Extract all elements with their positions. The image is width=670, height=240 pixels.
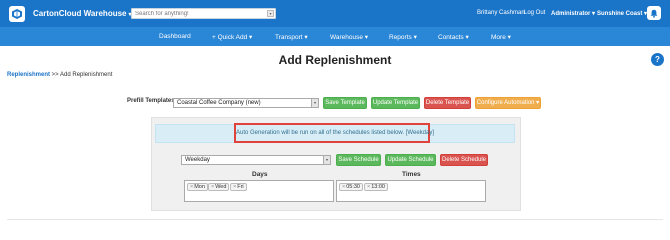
nav-dashboard[interactable]: Dashboard (159, 33, 191, 40)
nav-quick-add[interactable]: + Quick Add ▾ (212, 33, 252, 41)
prefill-template-value: Coastal Coffee Company (new) (177, 100, 261, 106)
logout-link[interactable]: Log Out (524, 10, 545, 16)
divider (7, 219, 663, 220)
breadcrumb-replenishment-link[interactable]: Replenishment (7, 72, 50, 78)
nav-warehouse[interactable]: Warehouse ▾ (330, 33, 368, 41)
user-name-link[interactable]: Brittany Cashman (477, 10, 525, 16)
nav-contacts[interactable]: Contacts ▾ (438, 33, 469, 41)
page-title: Add Replenishment (278, 53, 392, 67)
breadcrumb: Replenishment >> Add Replenishment (7, 72, 112, 78)
search-dropdown-icon[interactable]: ▾ (267, 10, 274, 17)
time-tag-label: 05:30 (346, 184, 360, 190)
main-nav: Dashboard + Quick Add ▾ Transport ▾ Ware… (0, 27, 670, 46)
day-tag[interactable]: ×Fri (230, 183, 247, 191)
schedule-select-value: Weekday (185, 157, 210, 163)
time-tag-label: 13:00 (371, 184, 385, 190)
role-menu[interactable]: Administrator ▾ (551, 10, 595, 17)
chevron-down-icon: ▾ (323, 156, 330, 164)
location-menu[interactable]: Sunshine Coast ▾ (597, 10, 647, 17)
schedule-select[interactable]: Weekday ▾ (181, 155, 331, 165)
save-template-button[interactable]: Save Template (323, 97, 367, 109)
save-schedule-button[interactable]: Save Schedule (336, 154, 381, 166)
time-tag[interactable]: ×13:00 (364, 183, 388, 191)
role-label: Administrator (551, 11, 591, 17)
remove-tag-icon[interactable]: × (190, 184, 193, 190)
prefill-templates-label: Prefill Templates (127, 98, 175, 104)
nav-more[interactable]: More ▾ (491, 33, 511, 41)
location-label: Sunshine Coast (597, 11, 643, 17)
day-tag[interactable]: ×Wed (208, 183, 230, 191)
top-bar: CartonCloud Warehouse▾ ▾ Brittany Cashma… (0, 0, 670, 27)
breadcrumb-current: >> Add Replenishment (50, 72, 113, 78)
brand-name: CartonCloud Warehouse (33, 9, 127, 18)
update-template-button[interactable]: Update Template (371, 97, 420, 109)
delete-template-button[interactable]: Delete Template (424, 97, 471, 109)
times-tag-input[interactable]: ×05:30 ×13:00 (336, 180, 486, 202)
remove-tag-icon[interactable]: × (342, 184, 345, 190)
day-tag-label: Wed (215, 184, 227, 190)
brand-menu[interactable]: CartonCloud Warehouse ▾ (33, 9, 132, 18)
prefill-template-select[interactable]: Coastal Coffee Company (new) ▾ (173, 98, 319, 108)
days-tag-input[interactable]: ×Mon ×Wed ×Fri (184, 180, 334, 202)
remove-tag-icon[interactable]: × (233, 184, 236, 190)
search-input[interactable] (132, 9, 264, 18)
bell-icon[interactable] (647, 6, 661, 20)
help-icon[interactable]: ? (651, 53, 664, 66)
days-label: Days (252, 171, 268, 178)
update-schedule-button[interactable]: Update Schedule (385, 154, 436, 166)
nav-transport[interactable]: Transport ▾ (275, 33, 308, 41)
cartoncloud-logo-icon[interactable] (9, 6, 25, 22)
times-label: Times (402, 171, 421, 178)
delete-schedule-button[interactable]: Delete Schedule (440, 154, 488, 166)
day-tag[interactable]: ×Mon (187, 183, 208, 191)
remove-tag-icon[interactable]: × (211, 184, 214, 190)
global-search[interactable]: ▾ (131, 8, 276, 19)
configure-automation-button[interactable]: Configure Automation ▾ (475, 97, 541, 109)
day-tag-label: Mon (194, 184, 205, 190)
auto-generation-notice-text: Auto Generation will be run on all of th… (234, 123, 434, 143)
chevron-down-icon: ▾ (311, 99, 318, 107)
time-tag[interactable]: ×05:30 (339, 183, 363, 191)
nav-reports[interactable]: Reports ▾ (389, 33, 417, 41)
day-tag-label: Fri (237, 184, 244, 190)
remove-tag-icon[interactable]: × (367, 184, 370, 190)
